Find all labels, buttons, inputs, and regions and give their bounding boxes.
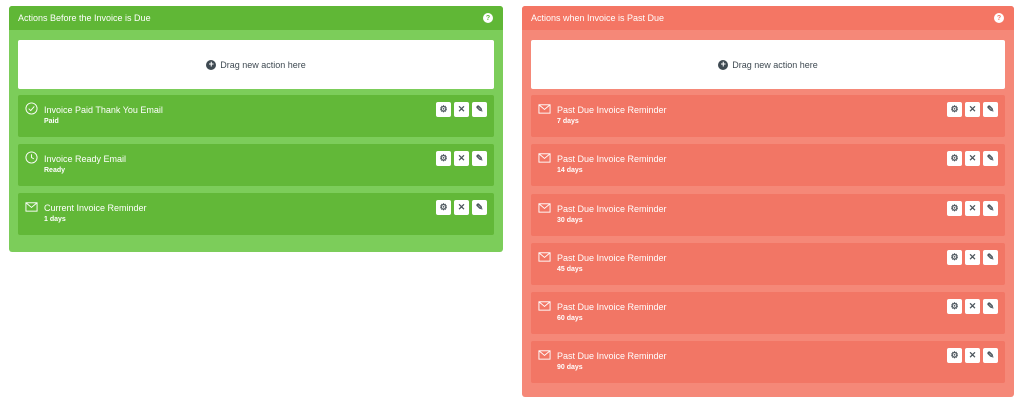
settings-button[interactable]: ⚙	[436, 102, 451, 117]
edit-button[interactable]: ✎	[983, 151, 998, 167]
action-item[interactable]: Invoice Ready Email Ready ⚙ ✕ ✎	[18, 144, 494, 186]
settings-button[interactable]: ⚙	[947, 102, 962, 117]
delete-button[interactable]: ✕	[965, 151, 980, 167]
delete-button[interactable]: ✕	[965, 249, 980, 265]
drop-zone-label: Drag new action here	[732, 59, 818, 70]
action-title: Past Due Invoice Reminder	[557, 105, 667, 115]
panel-title: Actions Before the Invoice is Due	[18, 13, 151, 23]
settings-button[interactable]: ⚙	[947, 249, 962, 265]
action-title: Past Due Invoice Reminder	[557, 351, 667, 362]
action-buttons: ⚙ ✕ ✎	[944, 200, 998, 216]
action-buttons: ⚙ ✕ ✎	[944, 249, 998, 265]
envelope-icon	[538, 252, 551, 262]
edit-button[interactable]: ✎	[983, 249, 998, 265]
action-item[interactable]: Past Due Invoice Reminder 45 days ⚙ ✕ ✎	[531, 242, 1005, 285]
action-title: Current Invoice Reminder	[44, 203, 147, 213]
settings-button[interactable]: ⚙	[947, 299, 962, 315]
action-title: Past Due Invoice Reminder	[557, 252, 667, 263]
delete-button[interactable]: ✕	[454, 102, 469, 117]
action-subtitle: Ready	[44, 167, 66, 174]
action-buttons: ⚙ ✕ ✎	[433, 200, 487, 215]
action-subtitle: 60 days	[557, 315, 583, 323]
settings-button[interactable]: ⚙	[947, 348, 962, 364]
plus-circle-icon: +	[718, 59, 729, 70]
action-buttons: ⚙ ✕ ✎	[944, 151, 998, 167]
clock-circle-icon	[25, 151, 38, 164]
envelope-icon	[538, 301, 551, 311]
action-subtitle: 1 days	[44, 216, 66, 223]
action-title: Invoice Ready Email	[44, 154, 127, 164]
delete-button[interactable]: ✕	[965, 348, 980, 364]
action-item[interactable]: Past Due Invoice Reminder 14 days ⚙ ✕ ✎	[531, 144, 1005, 187]
action-title: Past Due Invoice Reminder	[557, 154, 667, 165]
action-subtitle: 30 days	[557, 216, 583, 224]
delete-button[interactable]: ✕	[965, 200, 980, 216]
action-list: Past Due Invoice Reminder 7 days ⚙ ✕ ✎ P…	[531, 95, 1005, 384]
drop-zone-label: Drag new action here	[220, 59, 306, 70]
envelope-icon	[538, 202, 551, 213]
action-item[interactable]: Current Invoice Reminder 1 days ⚙ ✕ ✎	[18, 193, 494, 235]
panel-title: Actions when Invoice is Past Due	[531, 13, 665, 23]
action-subtitle: 14 days	[557, 167, 583, 175]
edit-button[interactable]: ✎	[983, 348, 998, 364]
help-icon[interactable]: ?	[994, 13, 1004, 23]
edit-button[interactable]: ✎	[472, 151, 487, 166]
envelope-icon	[538, 350, 551, 361]
panel-header: Actions when Invoice is Past Due ?	[522, 6, 1014, 30]
action-buttons: ⚙ ✕ ✎	[433, 102, 487, 117]
action-subtitle: 45 days	[557, 265, 583, 273]
action-item[interactable]: Past Due Invoice Reminder 90 days ⚙ ✕ ✎	[531, 341, 1005, 384]
past-due-panel: Actions when Invoice is Past Due ? + Dra…	[522, 6, 1014, 397]
drop-zone[interactable]: + Drag new action here	[531, 40, 1005, 89]
action-buttons: ⚙ ✕ ✎	[944, 102, 998, 117]
action-subtitle: 90 days	[557, 364, 583, 372]
action-buttons: ⚙ ✕ ✎	[944, 348, 998, 364]
action-list: Invoice Paid Thank You Email Paid ⚙ ✕ ✎ …	[18, 95, 494, 235]
settings-button[interactable]: ⚙	[947, 151, 962, 167]
edit-button[interactable]: ✎	[983, 200, 998, 216]
action-item[interactable]: Invoice Paid Thank You Email Paid ⚙ ✕ ✎	[18, 95, 494, 137]
edit-button[interactable]: ✎	[983, 299, 998, 315]
action-buttons: ⚙ ✕ ✎	[433, 151, 487, 166]
delete-button[interactable]: ✕	[965, 299, 980, 315]
check-circle-icon	[25, 102, 38, 115]
envelope-icon	[538, 153, 551, 163]
before-due-panel: Actions Before the Invoice is Due ? + Dr…	[9, 6, 503, 252]
plus-circle-icon: +	[206, 59, 217, 70]
action-item[interactable]: Past Due Invoice Reminder 60 days ⚙ ✕ ✎	[531, 292, 1005, 335]
edit-button[interactable]: ✎	[983, 102, 998, 117]
settings-button[interactable]: ⚙	[436, 151, 451, 166]
action-subtitle: Paid	[44, 118, 59, 125]
action-item[interactable]: Past Due Invoice Reminder 7 days ⚙ ✕ ✎	[531, 95, 1005, 137]
envelope-icon	[538, 104, 551, 114]
panel-header: Actions Before the Invoice is Due ?	[9, 6, 503, 30]
edit-button[interactable]: ✎	[472, 200, 487, 215]
action-subtitle: 7 days	[557, 118, 579, 125]
action-title: Past Due Invoice Reminder	[557, 203, 667, 214]
settings-button[interactable]: ⚙	[947, 200, 962, 216]
settings-button[interactable]: ⚙	[436, 200, 451, 215]
delete-button[interactable]: ✕	[965, 102, 980, 117]
action-title: Invoice Paid Thank You Email	[44, 105, 163, 115]
envelope-icon	[25, 202, 38, 212]
drop-zone[interactable]: + Drag new action here	[18, 40, 494, 89]
delete-button[interactable]: ✕	[454, 200, 469, 215]
edit-button[interactable]: ✎	[472, 102, 487, 117]
help-icon[interactable]: ?	[483, 13, 493, 23]
action-buttons: ⚙ ✕ ✎	[944, 299, 998, 315]
action-item[interactable]: Past Due Invoice Reminder 30 days ⚙ ✕ ✎	[531, 193, 1005, 236]
delete-button[interactable]: ✕	[454, 151, 469, 166]
action-title: Past Due Invoice Reminder	[557, 302, 667, 313]
